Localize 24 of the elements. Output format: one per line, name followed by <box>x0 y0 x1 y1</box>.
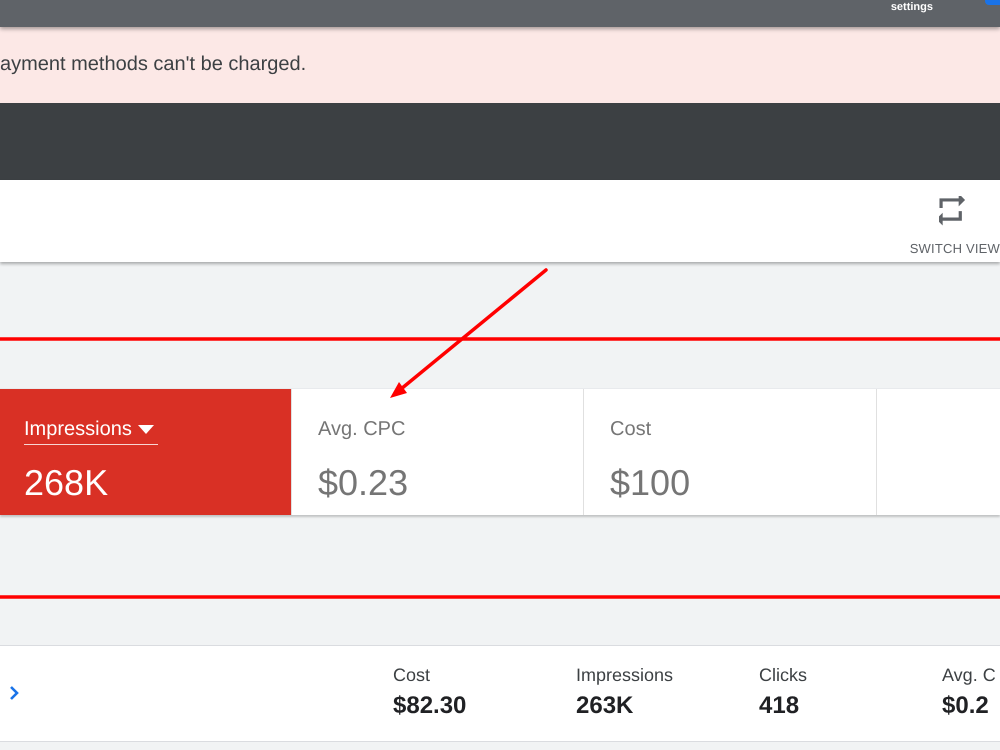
metric-value: 268K <box>24 463 108 503</box>
metric-value: $100 <box>610 463 690 503</box>
metric-value: $0.23 <box>318 463 408 503</box>
alert-message: ayment methods can't be charged. <box>0 52 306 76</box>
summary-label: Avg. C <box>942 664 997 686</box>
switch-view-button[interactable]: SWITCH VIEW <box>910 196 1000 256</box>
summary-label: Cost <box>393 664 432 686</box>
chevron-right-icon[interactable] <box>8 685 20 701</box>
summary-value: $82.30 <box>393 692 468 720</box>
summary-value: 418 <box>759 692 800 720</box>
toolbar-button[interactable] <box>985 0 1000 5</box>
metric-card[interactable]: Cost $100 <box>583 389 876 515</box>
metric-card[interactable]: Avg. CPC $0.23 <box>291 389 583 515</box>
metric-label: Impressions <box>24 417 132 441</box>
summary-value: $0.2 <box>942 692 990 720</box>
settings-label[interactable]: settings <box>890 1 933 14</box>
metric-label: Cost <box>610 417 652 441</box>
caret-down-icon <box>138 424 154 434</box>
metric-card[interactable] <box>876 389 1000 515</box>
summary-label: Clicks <box>759 664 808 686</box>
metric-card[interactable]: Impressions 268K <box>0 389 291 515</box>
summary-value: 263K <box>576 692 634 720</box>
metric-label: Avg. CPC <box>318 417 406 441</box>
summary-label: Impressions <box>576 664 674 686</box>
